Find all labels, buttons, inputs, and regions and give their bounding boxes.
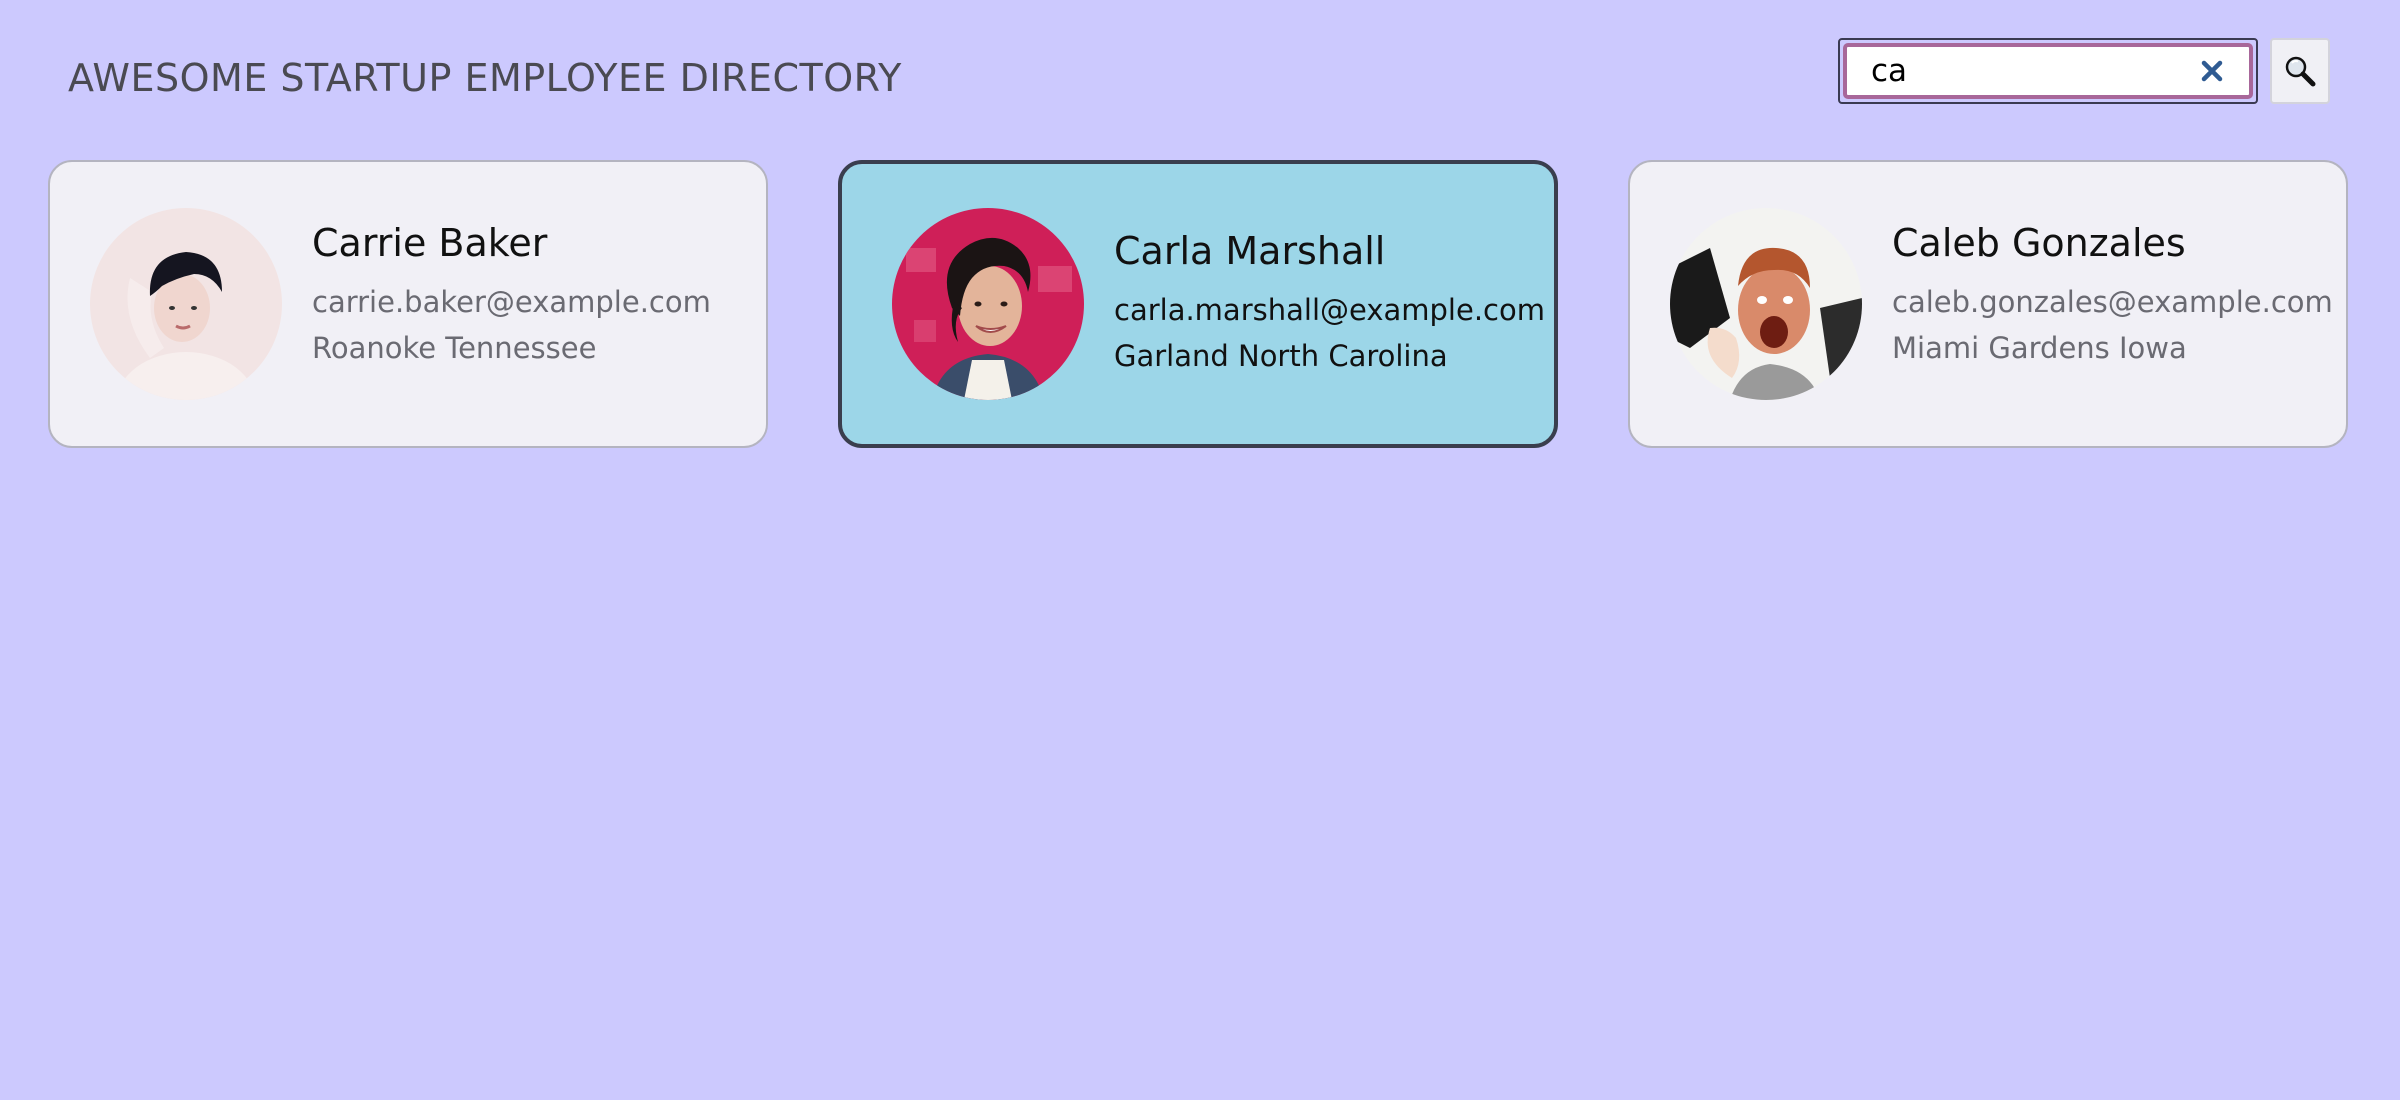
employee-card[interactable]: Caleb Gonzales caleb.gonzales@example.co… [1628,160,2348,448]
page-title: AWESOME STARTUP EMPLOYEE DIRECTORY [68,56,902,100]
employee-avatar [892,208,1084,400]
employee-gallery: Carrie Baker carrie.baker@example.com Ro… [48,160,2348,448]
search-field-wrapper [1843,43,2253,99]
employee-info: Carrie Baker carrie.baker@example.com Ro… [312,221,711,371]
employee-avatar [1670,208,1862,400]
employee-email: carla.marshall@example.com [1114,293,1545,327]
employee-avatar [90,208,282,400]
employee-card[interactable]: Carrie Baker carrie.baker@example.com Ro… [48,160,768,448]
magnifier-icon [2285,56,2316,87]
employee-name: Carrie Baker [312,221,548,265]
employee-email: caleb.gonzales@example.com [1892,285,2333,319]
close-icon [2201,60,2223,82]
search-form [1838,38,2330,104]
employee-name: Caleb Gonzales [1892,221,2186,265]
employee-name: Carla Marshall [1114,229,1386,273]
search-box [1838,38,2258,104]
search-button[interactable] [2270,38,2330,104]
employee-location: Roanoke Tennessee [312,331,597,365]
employee-info: Caleb Gonzales caleb.gonzales@example.co… [1892,221,2333,371]
employee-card-selected[interactable]: Carla Marshall carla.marshall@example.co… [838,160,1558,448]
employee-info: Carla Marshall carla.marshall@example.co… [1114,229,1545,379]
employee-location: Garland North Carolina [1114,339,1448,373]
search-input[interactable] [1871,53,2195,89]
employee-email: carrie.baker@example.com [312,285,711,319]
clear-search-button[interactable] [2195,54,2229,88]
employee-location: Miami Gardens Iowa [1892,331,2187,365]
